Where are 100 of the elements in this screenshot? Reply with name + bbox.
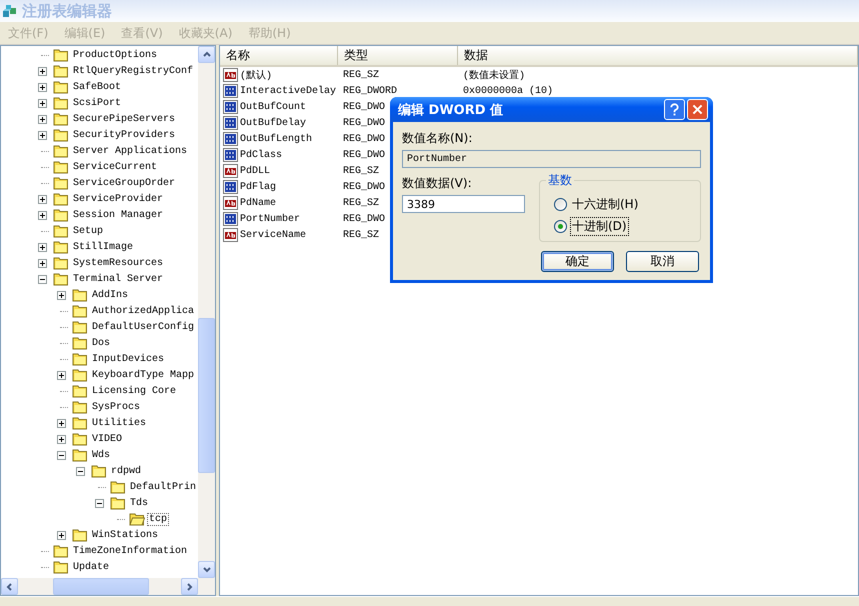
plus-box-icon[interactable]: [38, 130, 47, 140]
tree-item[interactable]: ServiceProvider: [72, 194, 164, 204]
dialog-button[interactable]: 确定: [541, 251, 614, 272]
tree-item[interactable]: ServiceCurrent: [72, 162, 158, 172]
value-name[interactable]: OutBufCount: [240, 102, 306, 112]
value-name[interactable]: OutBufDelay: [240, 118, 306, 128]
folder-icon: [72, 528, 88, 542]
value-name[interactable]: InteractiveDelay: [240, 86, 336, 96]
tree-item[interactable]: DefaultUserConfig: [91, 322, 196, 332]
plus-box-icon[interactable]: [38, 82, 47, 92]
tree-item[interactable]: SecurePipeServers: [72, 114, 176, 124]
tree-item[interactable]: TimeZoneInformation: [72, 546, 188, 556]
tree-item[interactable]: Terminal Server: [72, 274, 164, 284]
plus-box-icon[interactable]: [38, 114, 47, 124]
horizontal-scrollbar[interactable]: [1, 578, 215, 595]
plus-box-icon[interactable]: [38, 210, 47, 220]
tree-item[interactable]: Licensing Core: [91, 386, 178, 396]
value-type: REG_DWO: [343, 118, 386, 128]
folder-icon: [91, 464, 107, 478]
plus-box-icon[interactable]: [57, 434, 66, 444]
folder-icon: [53, 144, 69, 158]
plus-box-icon[interactable]: [38, 66, 47, 76]
plus-box-icon[interactable]: [38, 258, 47, 268]
folder-icon: [53, 240, 69, 254]
tree-item[interactable]: Server Applications: [72, 146, 188, 156]
plus-box-icon[interactable]: [38, 98, 47, 108]
tree-item[interactable]: InputDevices: [91, 354, 166, 364]
binary-value-icon: [223, 116, 239, 130]
tree-item[interactable]: SysProcs: [91, 402, 142, 412]
open-folder-icon: [129, 512, 145, 526]
value-name[interactable]: PdDLL: [240, 166, 270, 176]
folder-icon: [53, 224, 69, 238]
tree-item[interactable]: rdpwd: [110, 466, 142, 476]
tree-item[interactable]: VIDEO: [91, 434, 124, 444]
tree-item[interactable]: SecurityProviders: [72, 130, 176, 140]
tree-item[interactable]: KeyboardType Mapp: [91, 370, 196, 380]
value-name[interactable]: OutBufLength: [240, 134, 312, 144]
value-name[interactable]: (默认): [240, 68, 272, 82]
tree-item[interactable]: SafeBoot: [72, 82, 122, 92]
plus-box-icon[interactable]: [57, 418, 66, 428]
close-icon[interactable]: [687, 99, 708, 120]
radio-label[interactable]: 十六进制(H): [570, 194, 640, 214]
tree-item[interactable]: Wds: [91, 450, 112, 460]
folder-icon: [72, 384, 88, 398]
value-type: REG_SZ: [343, 230, 380, 240]
tree-item[interactable]: StillImage: [72, 242, 134, 252]
plus-box-icon[interactable]: [57, 370, 66, 380]
folder-icon: [72, 352, 88, 366]
tree-item[interactable]: SystemResources: [72, 258, 164, 268]
binary-value-icon: [223, 212, 239, 226]
help-icon[interactable]: [664, 99, 685, 120]
tree-item[interactable]: RtlQueryRegistryConf: [72, 66, 194, 76]
minus-box-icon[interactable]: [95, 498, 104, 508]
value-name[interactable]: PdFlag: [240, 182, 276, 192]
vertical-scrollbar[interactable]: [198, 46, 215, 578]
folder-icon: [72, 416, 88, 430]
binary-value-icon: [223, 148, 239, 162]
value-name[interactable]: PortNumber: [240, 214, 300, 224]
minus-box-icon[interactable]: [76, 466, 85, 476]
value-type: REG_SZ: [343, 70, 380, 80]
binary-value-icon: [223, 84, 239, 98]
tree-item[interactable]: DefaultPrin: [129, 482, 198, 492]
tree-item[interactable]: Setup: [72, 226, 104, 236]
plus-box-icon[interactable]: [57, 290, 66, 300]
value-name-field[interactable]: PortNumber: [402, 150, 701, 168]
value-name[interactable]: ServiceName: [240, 230, 306, 240]
plus-box-icon[interactable]: [38, 194, 47, 204]
value-data-field[interactable]: 3389: [402, 195, 525, 213]
tree-item[interactable]: Tds: [129, 498, 150, 508]
minus-box-icon[interactable]: [57, 450, 66, 460]
value-name[interactable]: PdClass: [240, 150, 282, 160]
value-type: REG_DWO: [343, 214, 386, 224]
column-header[interactable]: 类型: [338, 46, 458, 65]
tree-item[interactable]: AuthorizedApplica: [91, 306, 196, 316]
column-header[interactable]: 数据: [458, 46, 858, 65]
tree-item[interactable]: Session Manager: [72, 210, 164, 220]
value-type: REG_SZ: [343, 166, 380, 176]
tree-item[interactable]: Update: [72, 562, 110, 572]
tree-item[interactable]: Utilities: [91, 418, 148, 428]
tree-item[interactable]: ProductOptions: [72, 50, 158, 60]
folder-icon: [53, 160, 69, 174]
tree-item[interactable]: Dos: [91, 338, 112, 348]
binary-value-icon: [223, 100, 239, 114]
value-name[interactable]: PdName: [240, 198, 276, 208]
folder-icon: [72, 320, 88, 334]
plus-box-icon[interactable]: [57, 530, 66, 540]
dialog-button[interactable]: 取消: [626, 251, 699, 272]
tree-item[interactable]: tcp: [148, 514, 168, 524]
column-header[interactable]: 名称: [220, 46, 338, 65]
folder-icon: [72, 432, 88, 446]
radio-button[interactable]: [554, 198, 567, 210]
string-value-icon: [223, 68, 239, 82]
radio-label[interactable]: 十进制(D): [570, 216, 629, 236]
tree-item[interactable]: AddIns: [91, 290, 130, 300]
tree-item[interactable]: WinStations: [91, 530, 160, 540]
tree-item[interactable]: ServiceGroupOrder: [72, 178, 176, 188]
minus-box-icon[interactable]: [38, 274, 47, 284]
tree-item[interactable]: ScsiPort: [72, 98, 122, 108]
plus-box-icon[interactable]: [38, 242, 47, 252]
radio-button[interactable]: [554, 220, 567, 232]
